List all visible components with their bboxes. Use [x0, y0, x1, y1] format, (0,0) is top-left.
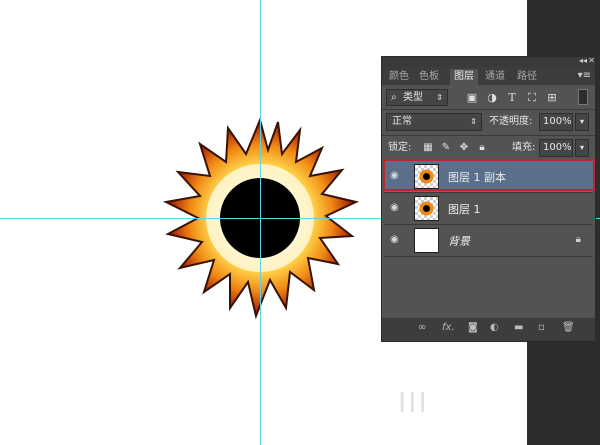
toggle-filter-icon[interactable] [578, 89, 588, 105]
tab-channels[interactable]: 通道 [482, 69, 508, 85]
eye-icon[interactable]: ◉ [390, 202, 399, 213]
fill-value: 100% [543, 142, 572, 153]
fill-label: 填充: [512, 142, 536, 153]
layer-name: 图层 1 [448, 203, 481, 216]
vertical-guide[interactable] [260, 0, 261, 445]
trash-icon[interactable]: 🗑︎ [562, 322, 575, 333]
lock-label: 锁定: [388, 142, 412, 153]
opacity-label: 不透明度: [489, 116, 533, 127]
adjustment-layer-icon[interactable]: ◐ [490, 322, 499, 333]
link-icon[interactable]: ∞ [418, 322, 426, 333]
tab-swatches[interactable]: 色板 [416, 69, 442, 85]
lock-transparent-icon[interactable]: ▦ [422, 141, 434, 155]
divider [382, 135, 595, 136]
layer-row-background[interactable]: ◉ 背景 🔒︎ [384, 225, 593, 257]
smart-object-filter-icon[interactable]: ⊞ [546, 91, 558, 105]
layer-row[interactable]: ◉ 图层 1 [384, 193, 593, 225]
lock-icon: 🔒︎ [575, 234, 581, 245]
stepper-icon: ⇕ [436, 93, 443, 102]
new-layer-icon[interactable]: ▫ [538, 322, 545, 333]
selected-layer-highlight [383, 159, 595, 191]
lock-all-icon[interactable]: 🔒︎ [476, 141, 488, 155]
panel-menu-icon[interactable]: ▾≡ [578, 70, 591, 81]
text-filter-icon[interactable]: T [506, 91, 518, 105]
lock-image-icon[interactable]: ✎ [440, 141, 452, 155]
stepper-icon: ⇕ [470, 117, 477, 126]
blend-mode-select[interactable]: 正常 ⇕ [386, 113, 482, 131]
blend-mode-value: 正常 [392, 116, 412, 127]
tab-paths[interactable]: 路径 [514, 69, 540, 85]
fill-dropdown-button[interactable]: ▾ [575, 139, 589, 157]
watermark: III [398, 386, 429, 419]
mask-icon[interactable]: ◙ [468, 322, 478, 333]
opacity-input[interactable]: 100% [539, 113, 573, 131]
fx-button[interactable]: fx. [442, 322, 455, 333]
tab-layers[interactable]: 图层 [450, 69, 478, 85]
search-icon: ⌕ [391, 92, 397, 103]
image-filter-icon[interactable]: ▣ [466, 91, 478, 105]
layer-thumbnail [414, 228, 439, 253]
opacity-dropdown-button[interactable]: ▾ [575, 113, 589, 131]
lock-position-icon[interactable]: ✥ [458, 141, 470, 155]
shape-filter-icon[interactable]: ⛶ [526, 91, 538, 105]
adjustment-filter-icon[interactable]: ◑ [486, 91, 498, 105]
tab-color[interactable]: 颜色 [386, 69, 412, 85]
opacity-value: 100% [543, 116, 572, 127]
layers-bottom-bar: ∞ fx. ◙ ◐ ▬ ▫ 🗑︎ [382, 318, 595, 341]
panel-titlebar: ◂◂ ✕ [382, 56, 595, 67]
lock-row: 锁定: ▦ ✎ ✥ 🔒︎ 填充: 100% ▾ [382, 137, 595, 159]
close-icon[interactable]: ✕ [588, 56, 595, 65]
filter-type-label: 类型 [403, 92, 423, 103]
panel-tabs: 颜色 色板 图层 通道 路径 ▾≡ [382, 67, 595, 85]
layer-name: 背景 [448, 235, 470, 248]
filter-row: ⌕ 类型 ⇕ ▣ ◑ T ⛶ ⊞ [382, 87, 595, 107]
filter-type-select[interactable]: ⌕ 类型 ⇕ [386, 89, 448, 106]
blend-row: 正常 ⇕ 不透明度: 100% ▾ [382, 111, 595, 133]
eye-icon[interactable]: ◉ [390, 234, 399, 245]
layer-thumbnail [414, 196, 439, 221]
layers-panel: ◂◂ ✕ 颜色 色板 图层 通道 路径 ▾≡ ⌕ 类型 ⇕ ▣ ◑ T ⛶ ⊞ … [381, 56, 596, 342]
collapse-icon[interactable]: ◂◂ [579, 56, 587, 65]
fill-input[interactable]: 100% [539, 139, 573, 157]
new-group-icon[interactable]: ▬ [514, 322, 523, 333]
divider [382, 109, 595, 110]
